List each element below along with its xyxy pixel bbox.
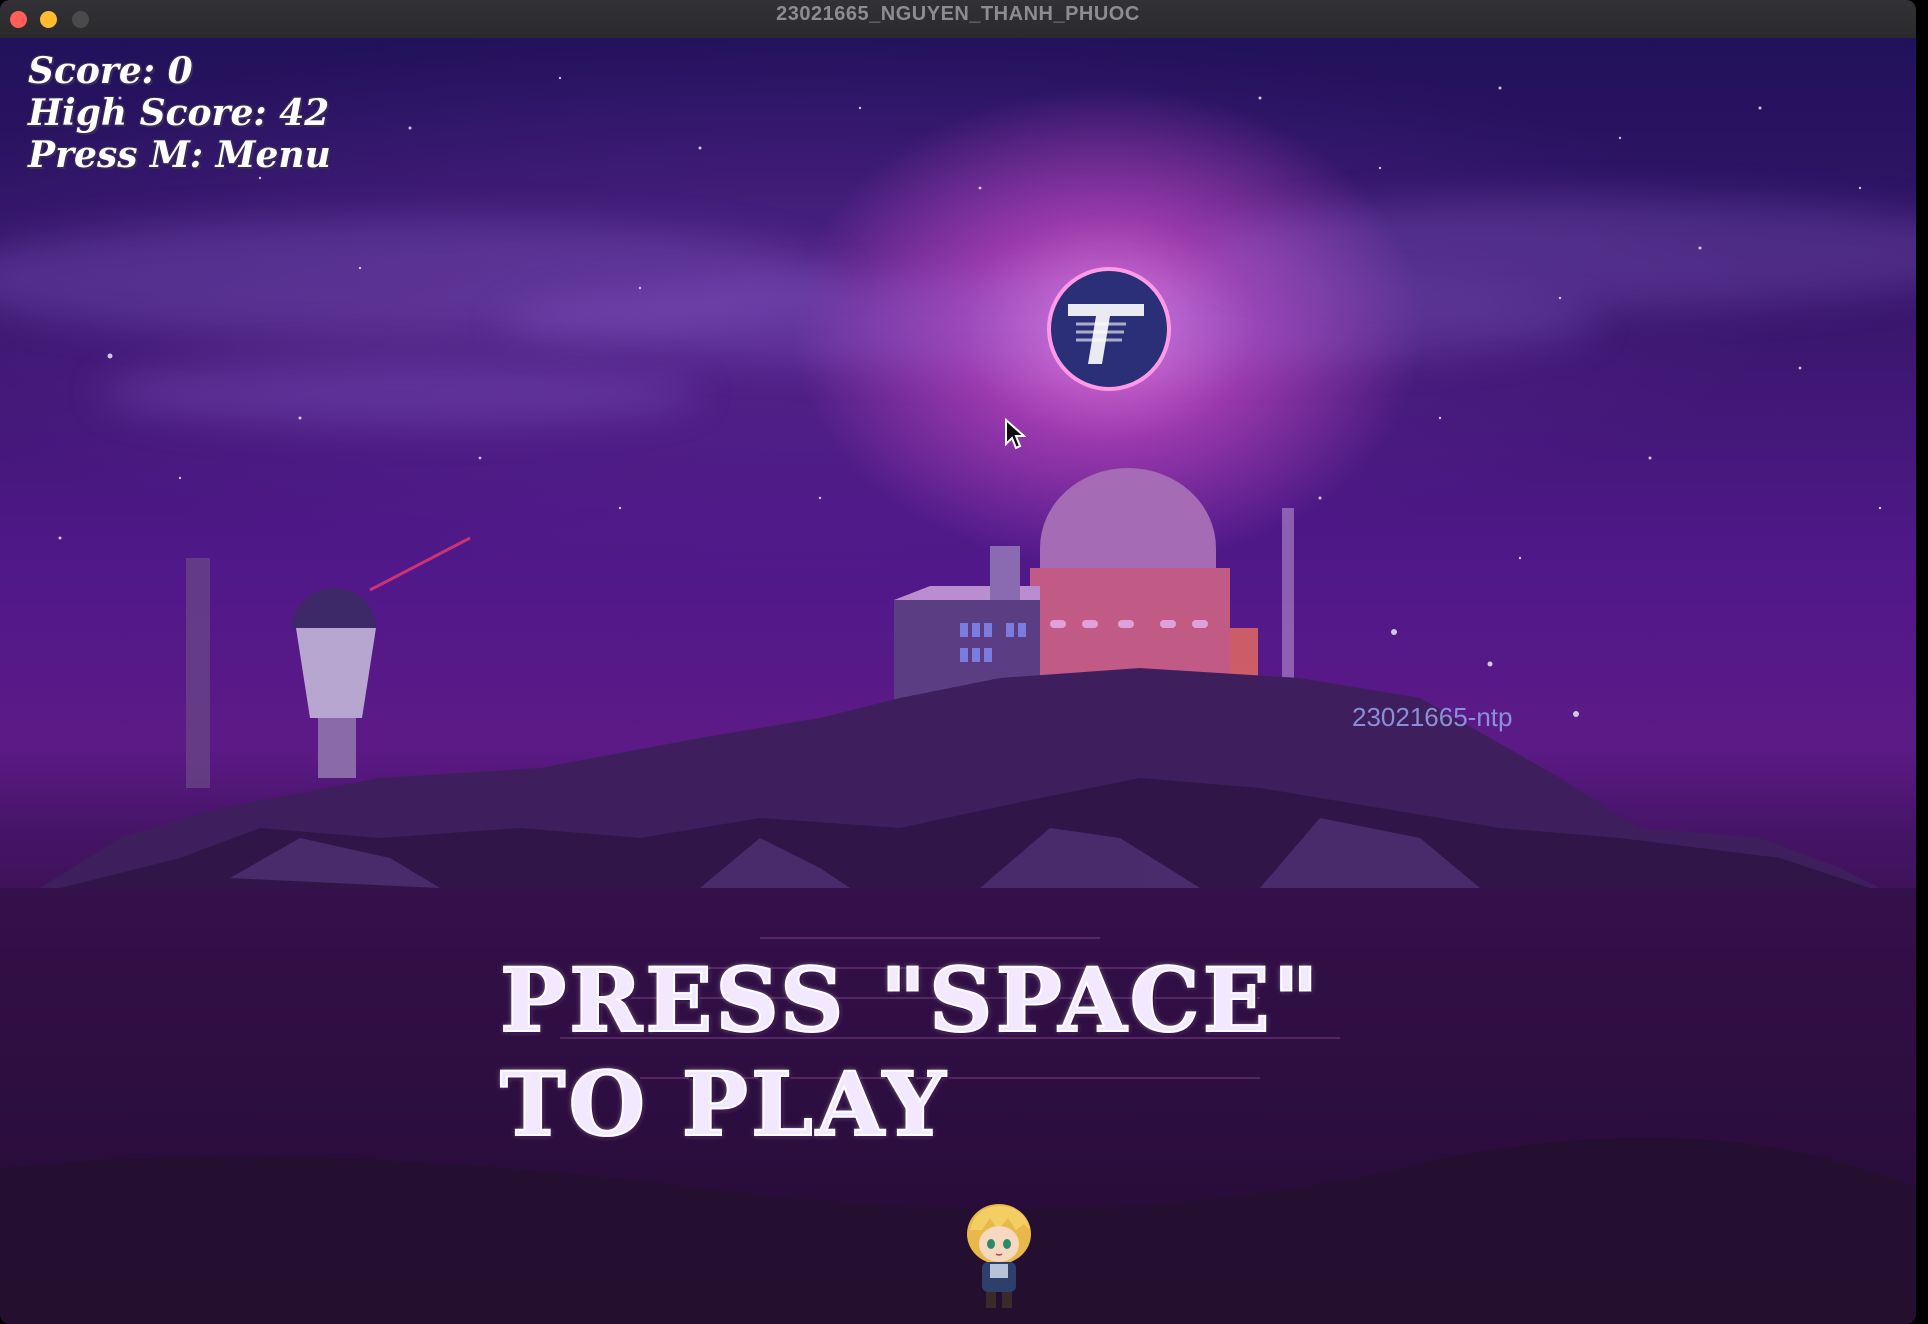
menu-hint-text: Press M: Menu [28,134,331,176]
score-text: Score: 0 [28,50,193,92]
game-canvas[interactable]: Score: 0 High Score: 42 Press M: Menu 23… [0,38,1916,1324]
watermark-text: 23021665-ntp [1352,702,1513,732]
university-logo-icon [1047,267,1171,391]
high-score-text: High Score: 42 [28,92,330,134]
player-character-icon[interactable] [956,1200,1042,1312]
observatory-tower [186,536,471,788]
title-bar: 23021665_NGUYEN_THANH_PHUOC [0,0,1916,39]
game-window: 23021665_NGUYEN_THANH_PHUOC Score: 0 Hig… [0,0,1916,1324]
hud-panel: Score: 0 High Score: 42 Press M: Menu [28,50,331,176]
window-title: 23021665_NGUYEN_THANH_PHUOC [776,3,1140,25]
press-space-prompt: Press "Space" To Play [499,947,1322,1157]
mouse-pointer-icon [1005,418,1026,450]
